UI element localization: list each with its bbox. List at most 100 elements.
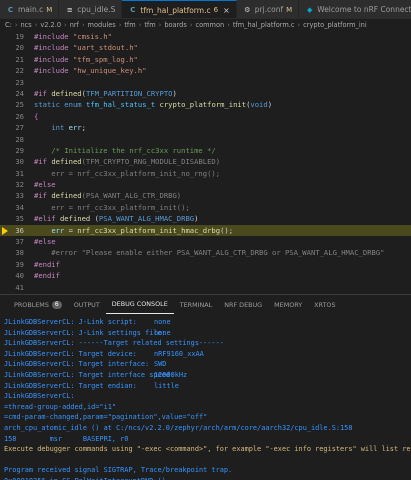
code-text: #error "Please enable either PSA_WANT_AL…	[34, 247, 384, 258]
code-line[interactable]: 31 err = nrf_cc3xx_platform_init_no_rng(…	[0, 168, 411, 179]
line-number: 20	[15, 43, 24, 53]
breadcrumb-item[interactable]: boards	[164, 21, 186, 29]
editor-tab[interactable]: Ctfm_hal_platform.c 6 ×	[122, 0, 237, 18]
breadcrumb-item[interactable]: modules	[88, 21, 116, 29]
line-number: 32	[15, 180, 24, 190]
code-token: ();	[220, 225, 234, 235]
tab-label: cpu_idle.S	[77, 5, 116, 14]
code-line[interactable]: 37 #else	[0, 236, 411, 247]
breadcrumb-item[interactable]: tfm_hal_platform.c	[233, 21, 295, 29]
tab-label: Welcome to nRF Connect	[317, 5, 411, 14]
code-line[interactable]: 36 err = nrf_cc3xx_platform_init_hmac_dr…	[0, 224, 411, 237]
line-number: 33	[15, 191, 24, 201]
console-text: JLinkGDBServerCL:	[4, 392, 75, 401]
code-token: err = nrf_cc3xx_platform_init_no_rng();	[34, 168, 221, 178]
code-token: static	[34, 100, 60, 110]
panel-tab[interactable]: TERMINAL	[174, 295, 219, 314]
panel-tab[interactable]: OUTPUT	[68, 295, 106, 314]
code-line[interactable]: 32 #else	[0, 179, 411, 190]
breadcrumb: C: › ncs › v2.2.0 › nrf › modules › tfm › tfm › boards…	[0, 19, 411, 31]
code-token: #else	[34, 237, 56, 247]
console-key: JLinkGDBServerCL: J-Link settings file:	[4, 328, 166, 337]
line-number: 28	[15, 134, 24, 144]
panel-tab-label: DEBUG CONSOLE	[111, 300, 168, 308]
panel-tab[interactable]: XRTOS	[308, 295, 341, 314]
console-line: =thread-group-added,id="i1"	[4, 402, 411, 413]
code-token: {	[34, 111, 39, 121]
code-token: ;	[81, 123, 86, 133]
line-number: 29	[15, 145, 24, 155]
panel-tab[interactable]: NRF DEBUG	[218, 295, 268, 314]
line-number: 35	[15, 214, 24, 224]
code-line[interactable]: 21 #include "tfm_spm_log.h"	[0, 54, 411, 65]
code-editor[interactable]: 19 #include "cmsis.h" 20 #include "uart_std…	[0, 31, 411, 294]
editor-tab[interactable]: Cmain.c M	[0, 0, 60, 18]
code-text: #include "uart_stdout.h"	[34, 42, 138, 53]
code-token: tfm_hal_status_t	[85, 100, 156, 110]
code-token: )	[194, 214, 199, 224]
code-token: nrf_cc3xx_platform_init_hmac_drbg	[77, 225, 221, 235]
panel-tab-label: TERMINAL	[179, 300, 213, 309]
breadcrumb-item[interactable]: crypto_platform_ini	[303, 21, 367, 29]
breadcrumb-item[interactable]: tfm	[144, 21, 155, 29]
code-line[interactable]: 25 static enum tfm_hal_status_t crypto_pl…	[0, 99, 411, 110]
breadcrumb-item[interactable]: nrf	[70, 21, 79, 29]
tab-badge: M	[286, 5, 293, 14]
code-line[interactable]: 39 #endif	[0, 259, 411, 270]
code-token: (TFM_CRYPTO_RNG_MODULE_DISABLED)	[81, 157, 221, 167]
editor-tab[interactable]: ⚙ prj.conf M	[236, 0, 300, 18]
code-token: #elif	[34, 214, 56, 224]
code-line[interactable]: 29 /* Initialize the nrf_cc3xx runtime *…	[0, 145, 411, 156]
editor-tab[interactable]: ≡ cpu_idle.S	[59, 0, 123, 18]
line-number: 38	[15, 248, 24, 258]
breadcrumb-item[interactable]: C:	[5, 21, 12, 29]
code-line[interactable]: 23	[0, 77, 411, 88]
code-line[interactable]: 34 err = nrf_cc3xx_platform_init();	[0, 202, 411, 213]
panel-tab[interactable]: PROBLEMS 6	[8, 295, 68, 314]
code-token: #endif	[34, 259, 60, 269]
console-text: JLinkGDBServerCL: ------Target related s…	[4, 339, 224, 348]
line-number: 41	[15, 282, 24, 292]
line-number: 19	[15, 32, 24, 41]
code-text: int err;	[34, 122, 86, 133]
console-value: nRF9160_xxAA	[154, 349, 204, 358]
code-token: #include	[34, 66, 69, 76]
code-token: (	[90, 214, 99, 224]
code-line[interactable]: 28	[0, 134, 411, 145]
code-text: err = nrf_cc3xx_platform_init_hmac_drbg(…	[34, 225, 233, 236]
chevron-right-icon: ›	[81, 21, 85, 29]
code-text: static enum tfm_hal_status_t crypto_plat…	[34, 99, 272, 110]
code-line[interactable]: 20 #include "uart_stdout.h"	[0, 42, 411, 53]
editor-tab[interactable]: ◆ Welcome to nRF Connect	[299, 0, 411, 18]
code-token: PSA_WANT_ALG_HMAC_DRBG	[98, 214, 195, 224]
code-line[interactable]: 33 #if defined(PSA_WANT_ALG_CTR_DRBG)	[0, 190, 411, 201]
breadcrumb-item[interactable]: common	[195, 21, 224, 29]
code-text: #endif	[34, 270, 60, 281]
code-text: #else	[34, 236, 56, 247]
code-line[interactable]: 26 {	[0, 111, 411, 122]
breadcrumb-item[interactable]: v2.2.0	[40, 21, 61, 29]
panel-tab[interactable]: MEMORY	[268, 295, 308, 314]
code-line[interactable]: 40 #endif	[0, 270, 411, 281]
console-text: 158 msr BASEPRI, r0	[4, 434, 129, 443]
code-line[interactable]: 19 #include "cmsis.h"	[0, 31, 411, 42]
close-icon[interactable]: ×	[223, 6, 230, 15]
code-line[interactable]: 38 #error "Please enable either PSA_WANT…	[0, 247, 411, 258]
code-line[interactable]: 24 #if defined(TFM_PARTITION_CRYPTO)	[0, 88, 411, 99]
code-text: #if defined(TFM_CRYPTO_RNG_MODULE_DISABL…	[34, 156, 220, 167]
code-token: "cmsis.h"	[72, 32, 112, 41]
code-line[interactable]: 35 #elif defined (PSA_WANT_ALG_HMAC_DRBG)	[0, 213, 411, 224]
breadcrumb-item[interactable]: ncs	[20, 21, 31, 29]
debug-console-output[interactable]: JLinkGDBServerCL: J-Link script: none JLin…	[0, 314, 411, 480]
code-line[interactable]: 27 int err;	[0, 122, 411, 133]
code-line[interactable]: 30 #if defined(TFM_CRYPTO_RNG_MODULE_DISA…	[0, 156, 411, 167]
code-line[interactable]: 41	[0, 282, 411, 293]
line-number: 25	[15, 100, 24, 110]
code-line[interactable]: 22 #include "hw_unique_key.h"	[0, 65, 411, 76]
code-token: void	[250, 100, 268, 110]
code-text: #endif	[34, 259, 60, 270]
panel-tab[interactable]: DEBUG CONSOLE	[105, 295, 174, 314]
breadcrumb-item[interactable]: tfm	[124, 21, 135, 29]
console-line: 0x00010256 in CC_PalWaitInterruptRND ()	[4, 476, 411, 480]
